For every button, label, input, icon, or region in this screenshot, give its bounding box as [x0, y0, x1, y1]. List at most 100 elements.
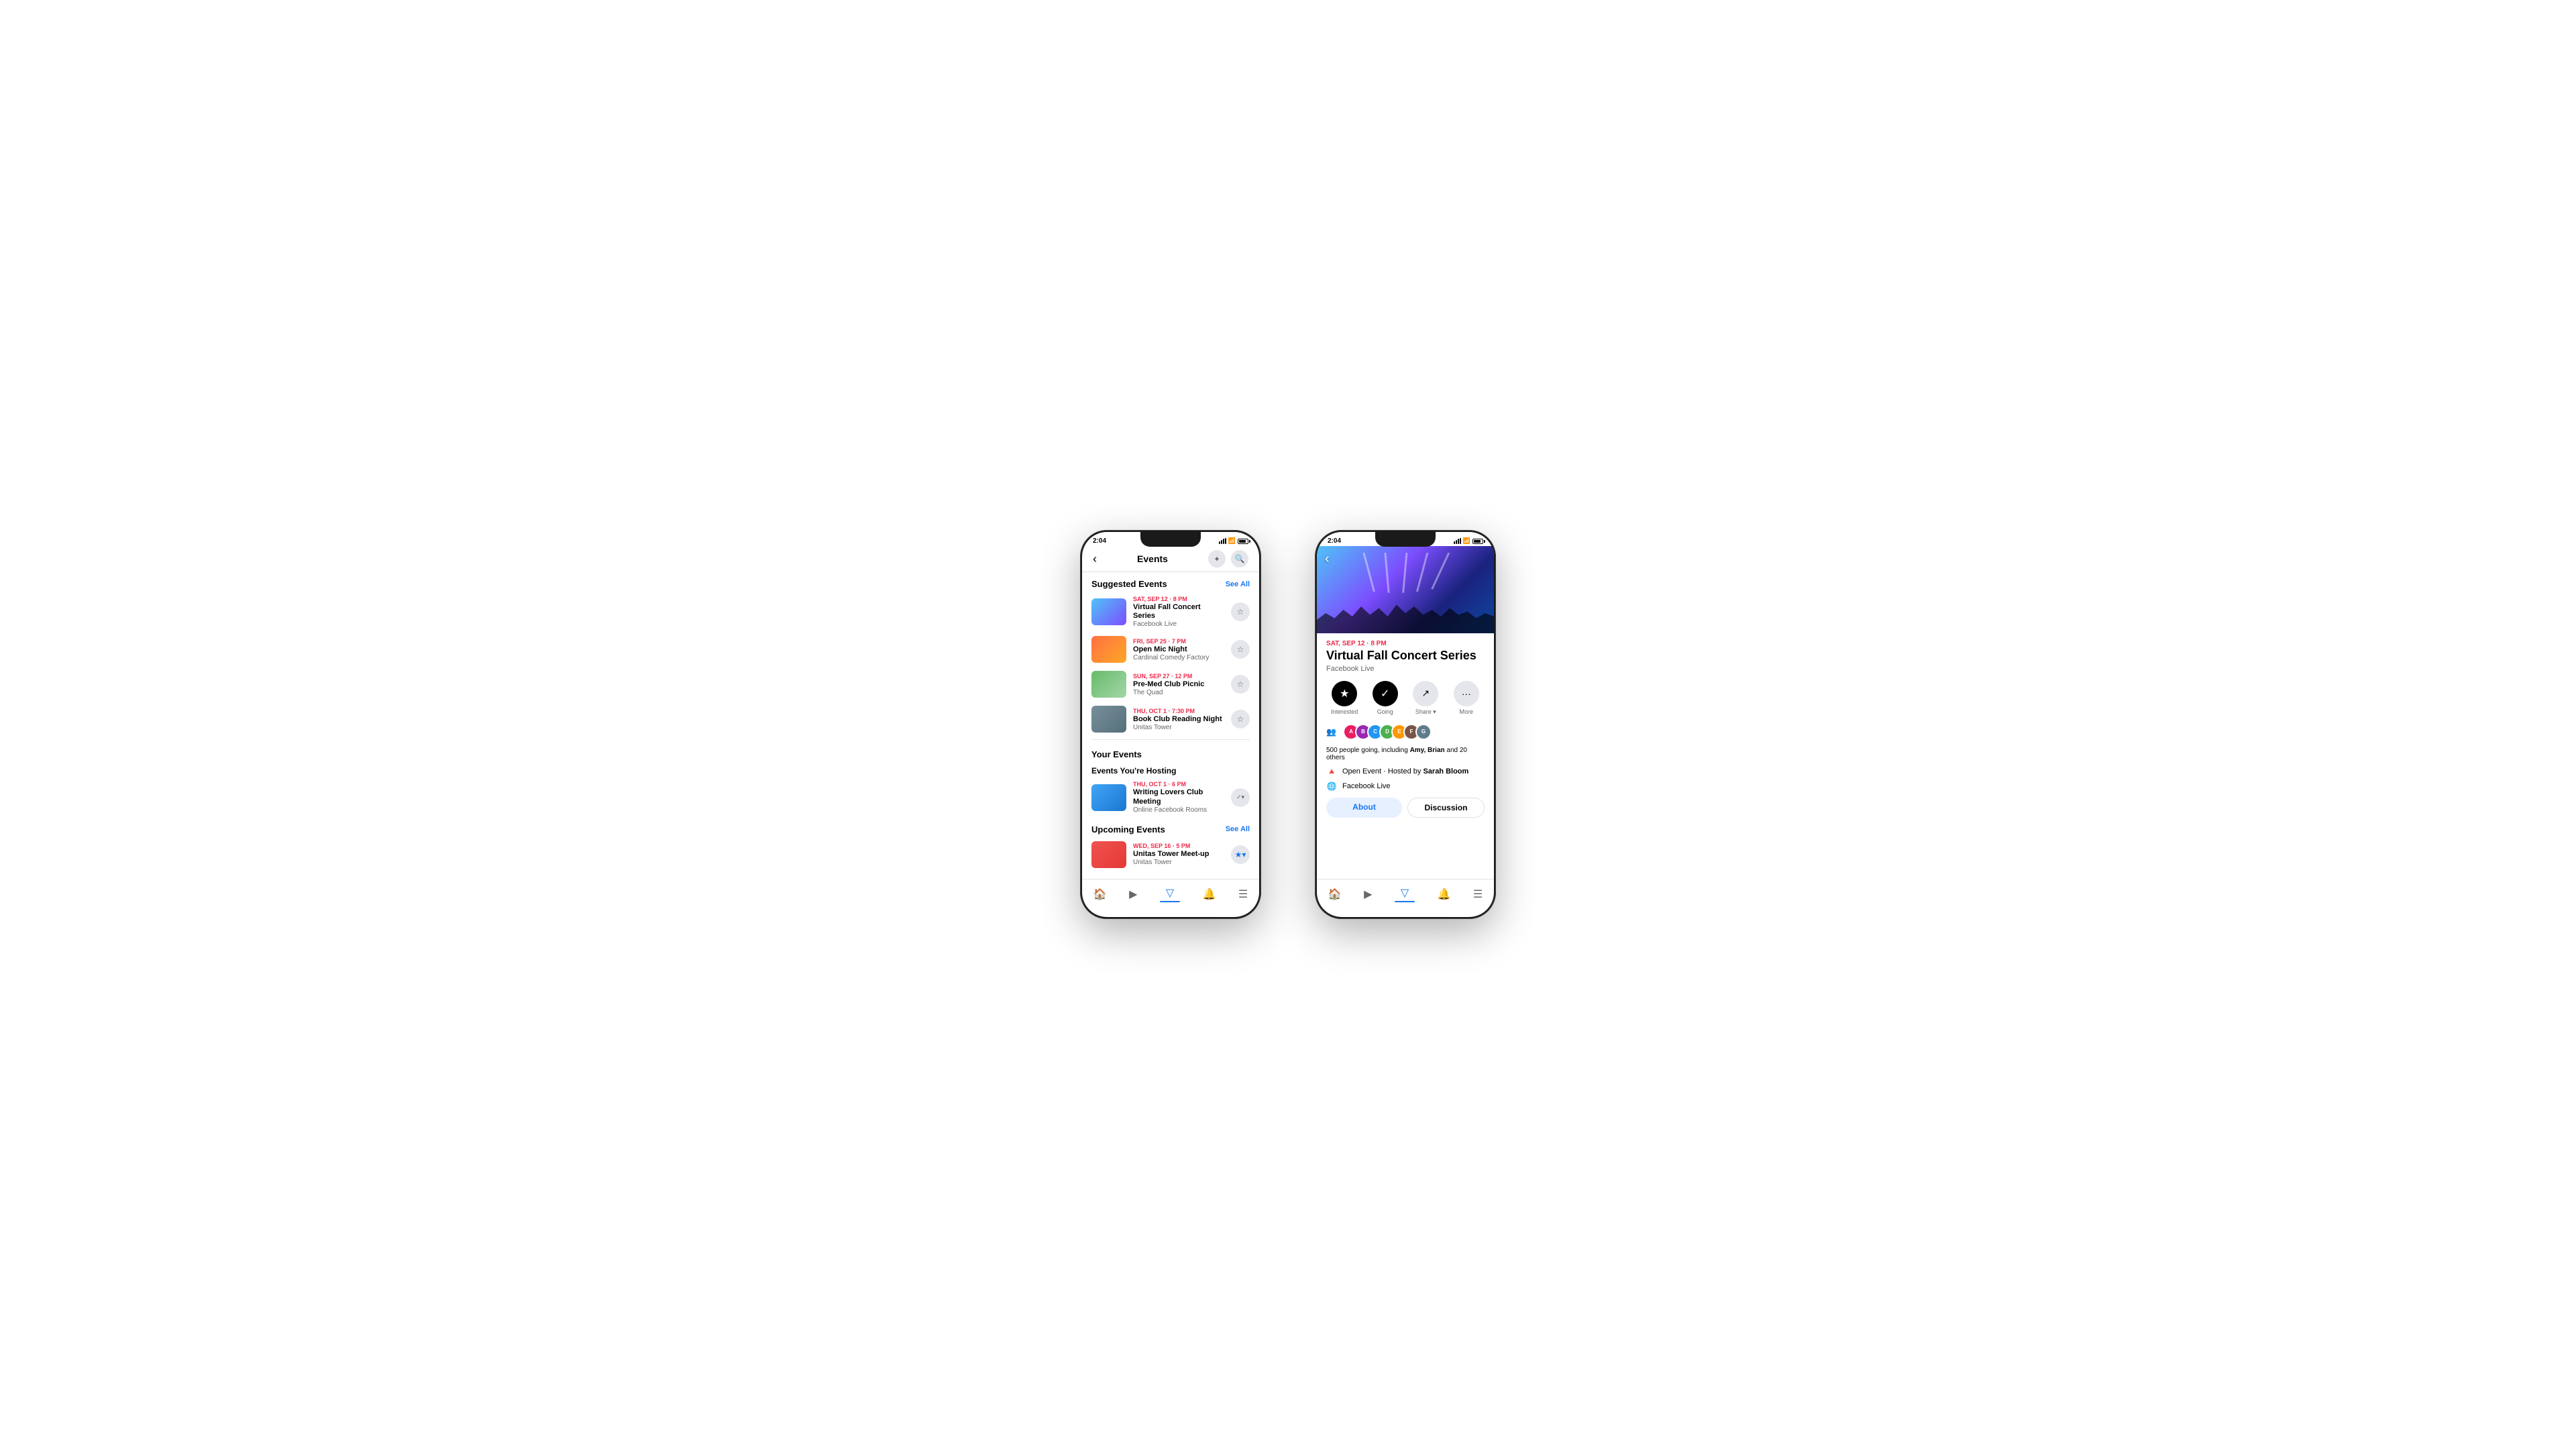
list-item[interactable]: THU, OCT 1 · 6 PM Writing Lovers Club Me…: [1082, 777, 1259, 817]
more-button[interactable]: ··· More: [1448, 681, 1485, 716]
events-title: Events: [1137, 553, 1168, 564]
discussion-tab[interactable]: Discussion: [1407, 798, 1485, 818]
events-icon-2: ▽: [1401, 886, 1409, 900]
tab-active-indicator-1: [1160, 901, 1180, 902]
event-date-1: SAT, SEP 12 · 8 PM: [1133, 596, 1224, 602]
tab-events-2[interactable]: ▽: [1389, 885, 1420, 904]
search-button-1[interactable]: 🔍: [1231, 550, 1248, 568]
phone-events-list: 2:04 📶 ‹ Events: [1080, 530, 1261, 919]
bell-icon-1: 🔔: [1202, 888, 1216, 901]
your-events-section-header: Your Events: [1082, 743, 1259, 762]
list-item[interactable]: SAT, SEP 12 · 8 PM Virtual Fall Concert …: [1082, 592, 1259, 632]
event-name-upcoming: Unitas Tower Meet-up: [1133, 850, 1224, 859]
tab-home-1[interactable]: 🏠: [1088, 886, 1112, 902]
video-icon-1: ▶: [1129, 888, 1137, 901]
event-info-1: SAT, SEP 12 · 8 PM Virtual Fall Concert …: [1133, 596, 1224, 628]
add-event-button[interactable]: +: [1208, 550, 1226, 568]
list-item[interactable]: WED, SEP 16 · 5 PM Unitas Tower Meet-up …: [1082, 837, 1259, 872]
wifi-icon-2: 📶: [1463, 537, 1470, 545]
suggested-title: Suggested Events: [1091, 579, 1167, 589]
divider-1: [1091, 739, 1250, 740]
detail-tab-pills: About Discussion: [1326, 798, 1485, 818]
menu-icon-2: ☰: [1473, 888, 1483, 901]
meta-row-location: 🌐 Facebook Live: [1326, 782, 1485, 791]
time-2: 2:04: [1328, 537, 1341, 545]
your-events-title: Your Events: [1091, 749, 1142, 759]
tab-notifications-2[interactable]: 🔔: [1432, 886, 1456, 902]
back-button-1[interactable]: ‹: [1093, 552, 1097, 566]
hosting-subtitle: Events You're Hosting: [1082, 762, 1259, 777]
list-item[interactable]: FRI, SEP 25 · 7 PM Open Mic Night Cardin…: [1082, 632, 1259, 667]
interested-button[interactable]: ★ Interested: [1326, 681, 1363, 716]
tab-home-2[interactable]: 🏠: [1323, 886, 1347, 902]
event-location-2: Cardinal Comedy Factory: [1133, 654, 1224, 661]
event-info-4: THU, OCT 1 · 7:30 PM Book Club Reading N…: [1133, 708, 1224, 731]
bell-icon-2: 🔔: [1437, 888, 1450, 901]
save-upcoming[interactable]: ★▾: [1231, 845, 1250, 864]
event-info-2: FRI, SEP 25 · 7 PM Open Mic Night Cardin…: [1133, 638, 1224, 661]
save-event-2[interactable]: ☆: [1231, 640, 1250, 659]
nav-icons-1: + 🔍: [1208, 550, 1248, 568]
event-location-3: The Quad: [1133, 689, 1224, 696]
battery-icon: [1238, 539, 1248, 544]
people-icon: 👥: [1326, 727, 1336, 737]
hosting-action[interactable]: ✓▾: [1231, 788, 1250, 807]
attendees-row: 👥 A B C D E F G: [1326, 724, 1485, 740]
save-event-3[interactable]: ☆: [1231, 675, 1250, 694]
event-thumb-writing: [1091, 784, 1126, 811]
save-event-1[interactable]: ☆: [1231, 602, 1250, 621]
going-label: Going: [1377, 708, 1393, 715]
tab-video-2[interactable]: ▶: [1358, 886, 1377, 902]
event-location-hosting: Online Facebook Rooms: [1133, 806, 1224, 814]
tab-video-1[interactable]: ▶: [1124, 886, 1142, 902]
suggested-section-header: Suggested Events See All: [1082, 572, 1259, 592]
wifi-icon: 📶: [1228, 537, 1236, 545]
event-name-1: Virtual Fall Concert Series: [1133, 603, 1224, 621]
event-info-3: SUN, SEP 27 · 12 PM Pre-Med Club Picnic …: [1133, 673, 1224, 696]
signal-icon-2: [1454, 538, 1461, 544]
back-button-2[interactable]: ‹: [1325, 551, 1330, 567]
meta-row-openEvent: 🔺 Open Event · Hosted by Sarah Bloom: [1326, 767, 1485, 776]
list-item[interactable]: THU, OCT 1 · 7:30 PM Book Club Reading N…: [1082, 702, 1259, 737]
event-detail-scroll: SAT, SEP 12 · 8 PM Virtual Fall Concert …: [1317, 633, 1494, 879]
share-label: Share ▾: [1415, 708, 1436, 716]
event-thumb-comedy: [1091, 636, 1126, 663]
event-date-4: THU, OCT 1 · 7:30 PM: [1133, 708, 1224, 714]
suggested-see-all[interactable]: See All: [1226, 580, 1250, 588]
tab-notifications-1[interactable]: 🔔: [1197, 886, 1221, 902]
event-date-3: SUN, SEP 27 · 12 PM: [1133, 673, 1224, 680]
signal-icon: [1219, 538, 1226, 544]
list-item[interactable]: SUN, SEP 27 · 12 PM Pre-Med Club Picnic …: [1082, 667, 1259, 702]
nav-bar-1: ‹ Events + 🔍: [1082, 546, 1259, 572]
going-icon: ✓: [1373, 681, 1398, 706]
upcoming-title: Upcoming Events: [1091, 824, 1165, 835]
tab-bar-1: 🏠 ▶ ▽ 🔔 ☰: [1082, 879, 1259, 917]
event-date-hosting: THU, OCT 1 · 6 PM: [1133, 781, 1224, 788]
about-tab[interactable]: About: [1326, 798, 1402, 818]
event-action-buttons: ★ Interested ✓ Going ↗ Share ▾ ···: [1326, 681, 1485, 716]
save-event-4[interactable]: ☆: [1231, 710, 1250, 729]
tab-events-1[interactable]: ▽: [1155, 885, 1185, 904]
event-thumb-book: [1091, 706, 1126, 733]
crowd-silhouette: [1317, 600, 1494, 633]
tab-menu-1[interactable]: ☰: [1233, 886, 1253, 902]
share-button[interactable]: ↗ Share ▾: [1407, 681, 1444, 716]
event-thumb-picnic: [1091, 671, 1126, 698]
time-1: 2:04: [1093, 537, 1106, 545]
avatar: G: [1415, 724, 1432, 740]
event-thumb-unitas: [1091, 841, 1126, 868]
event-name-hosting: Writing Lovers Club Meeting: [1133, 788, 1224, 806]
going-button[interactable]: ✓ Going: [1367, 681, 1404, 716]
location-text: Facebook Live: [1342, 782, 1391, 790]
event-date-upcoming: WED, SEP 16 · 5 PM: [1133, 843, 1224, 849]
event-location-4: Unitas Tower: [1133, 724, 1224, 731]
event-info-upcoming: WED, SEP 16 · 5 PM Unitas Tower Meet-up …: [1133, 843, 1224, 866]
battery-icon-2: [1472, 539, 1483, 544]
upcoming-see-all[interactable]: See All: [1226, 825, 1250, 833]
stage-lights: [1334, 553, 1476, 593]
event-location-upcoming: Unitas Tower: [1133, 859, 1224, 866]
globe-icon: 🌐: [1326, 782, 1337, 791]
home-icon-2: 🏠: [1328, 888, 1342, 901]
detail-event-date: SAT, SEP 12 · 8 PM: [1326, 640, 1485, 647]
tab-menu-2[interactable]: ☰: [1468, 886, 1488, 902]
